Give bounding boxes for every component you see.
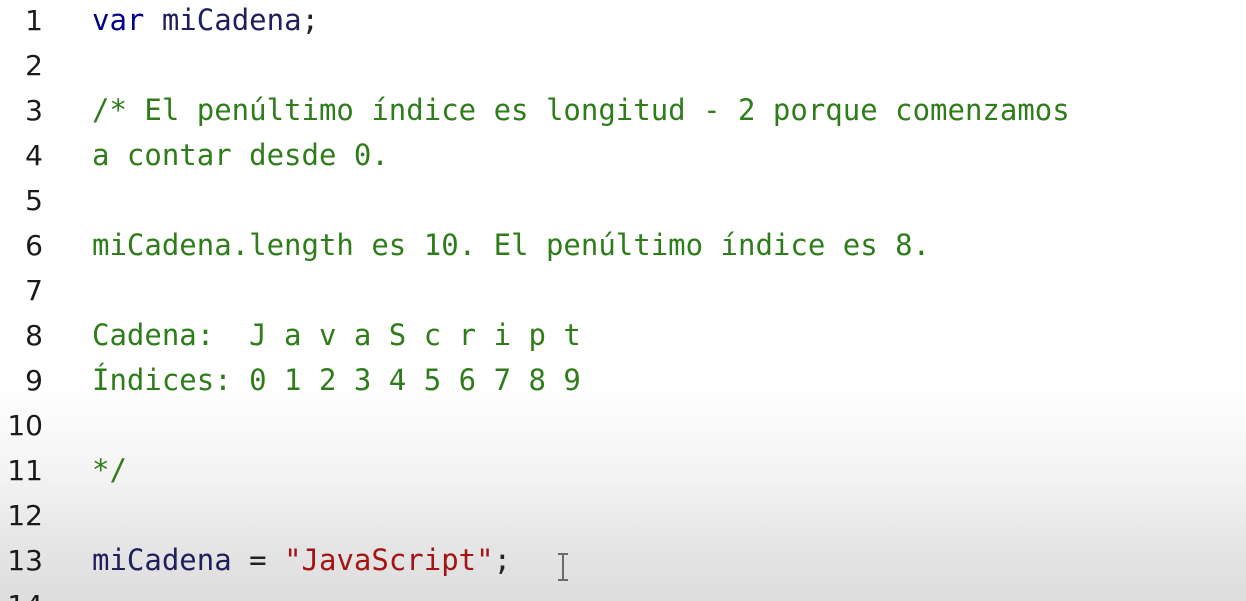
string-token: "JavaScript" [284,543,494,577]
line-number: 13 [7,544,43,577]
comment-text: Índices: 0 1 2 3 4 5 6 7 8 9 [92,363,581,397]
keyword-token: var [92,3,145,37]
code-line[interactable]: 2 [0,43,1246,88]
line-number: 4 [25,139,43,172]
code-line[interactable]: 1 var miCadena; [0,0,1246,43]
code-line[interactable]: 7 [0,268,1246,313]
code-line[interactable]: 6 miCadena.length es 10. El penúltimo ín… [0,223,1246,268]
identifier-token: miCadena [92,543,232,577]
line-number: 12 [7,499,43,532]
line-number: 8 [25,319,43,352]
code-line[interactable]: 4 a contar desde 0. [0,133,1246,178]
line-number: 2 [25,49,43,82]
code-line[interactable]: 13 miCadena = "JavaScript"; [0,538,1246,583]
line-number: 1 [25,4,43,37]
code-line[interactable]: 9 Índices: 0 1 2 3 4 5 6 7 8 9 [0,358,1246,403]
punct-token: ; [493,543,512,577]
code-line[interactable]: 8 Cadena: J a v a S c r i p t [0,313,1246,358]
line-code: miCadena = "JavaScript"; [92,538,511,583]
comment-text: a contar desde 0. [92,138,389,172]
line-number: 10 [7,409,43,442]
punct-token: ; [301,3,319,37]
code-line[interactable]: 11 */ [0,448,1246,493]
line-number: 6 [25,229,43,262]
comment-text: */ [92,453,127,487]
identifier-token: miCadena [144,3,302,37]
line-number: 14 [7,583,43,601]
line-number: 5 [25,184,43,217]
comment-text: /* El penúltimo índice es longitud - 2 p… [92,93,1070,127]
line-number: 7 [25,274,43,307]
punct-token: = [231,543,285,577]
code-line[interactable]: 10 [0,403,1246,448]
line-number: 3 [25,94,43,127]
line-number: 11 [7,454,43,487]
code-line[interactable]: 5 [0,178,1246,223]
code-line[interactable]: 14 [0,583,1246,601]
text-cursor-icon [555,553,571,581]
line-number: 9 [25,364,43,397]
comment-text: miCadena.length es 10. El penúltimo índi… [92,228,931,262]
code-line[interactable]: 3 /* El penúltimo índice es longitud - 2… [0,88,1246,133]
line-code: var miCadena; [92,0,319,43]
comment-text: Cadena: J a v a S c r i p t [92,318,581,352]
code-line[interactable]: 12 [0,493,1246,538]
code-editor[interactable]: 1 var miCadena; 2 3 /* El penúltimo índi… [0,0,1246,601]
